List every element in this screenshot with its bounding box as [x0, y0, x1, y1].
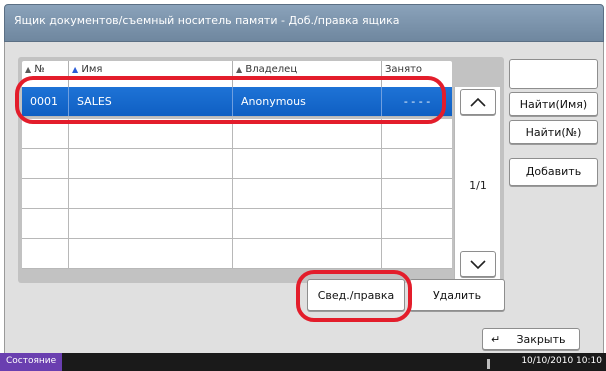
column-header-name[interactable]: ▲ Имя: [69, 61, 233, 87]
column-header-number[interactable]: ▲ №: [22, 61, 69, 87]
find-name-button[interactable]: Найти(Имя): [509, 92, 598, 116]
column-header-used[interactable]: Занято: [382, 61, 452, 87]
row-name: [69, 239, 233, 268]
indicator-icon: [487, 359, 490, 369]
scroll-column: 1/1: [454, 87, 500, 279]
row-number: [22, 119, 69, 148]
find-number-button[interactable]: Найти(№): [509, 120, 598, 144]
list-header: ▲ № ▲ Имя ▲ Владелец Занято: [22, 61, 452, 87]
delete-button[interactable]: Удалить: [409, 279, 505, 311]
chevron-down-icon: [470, 260, 486, 270]
row-number: 0001: [22, 87, 69, 116]
row-used: [382, 179, 452, 208]
main-panel: ▲ № ▲ Имя ▲ Владелец Занято 0001 SALES A…: [4, 42, 604, 354]
row-number: [22, 239, 69, 268]
add-button[interactable]: Добавить: [509, 158, 598, 186]
table-row[interactable]: [22, 179, 452, 209]
row-name: SALES: [69, 87, 233, 116]
row-number: [22, 179, 69, 208]
search-display: [509, 59, 598, 89]
window-title-bar: Ящик документов/съемный носитель памяти …: [4, 4, 604, 42]
row-used: [382, 149, 452, 178]
sort-triangle-icon: ▲: [236, 65, 243, 74]
row-used: [382, 119, 452, 148]
row-name: [69, 119, 233, 148]
row-owner: [233, 239, 382, 268]
status-button[interactable]: Состояние: [0, 353, 63, 371]
chevron-up-icon: [470, 97, 486, 107]
sort-triangle-icon: ▲: [72, 65, 79, 74]
row-owner: Anonymous: [233, 87, 382, 116]
page-indicator: 1/1: [469, 179, 487, 192]
window-title: Ящик документов/съемный носитель памяти …: [14, 14, 400, 27]
row-used: [382, 239, 452, 268]
status-bar: Состояние 10/10/2010 10:10: [0, 353, 606, 371]
table-row[interactable]: [22, 149, 452, 179]
row-name: [69, 149, 233, 178]
scroll-down-button[interactable]: [460, 251, 496, 277]
row-owner: [233, 209, 382, 238]
column-header-owner[interactable]: ▲ Владелец: [233, 61, 382, 87]
table-row[interactable]: 0001 SALES Anonymous - - - -: [22, 87, 452, 117]
row-owner: [233, 179, 382, 208]
status-datetime: 10/10/2010 10:10: [521, 356, 602, 366]
row-name: [69, 209, 233, 238]
scroll-up-button[interactable]: [460, 89, 496, 115]
row-owner: [233, 149, 382, 178]
row-owner: [233, 119, 382, 148]
row-used: - - - -: [403, 95, 431, 108]
details-edit-button[interactable]: Свед./правка: [307, 279, 405, 311]
table-row[interactable]: [22, 119, 452, 149]
return-icon: ↵: [491, 333, 501, 346]
close-button[interactable]: ↵ Закрыть: [482, 328, 580, 350]
row-used: [382, 209, 452, 238]
box-list: ▲ № ▲ Имя ▲ Владелец Занято 0001 SALES A…: [18, 57, 504, 283]
row-number: [22, 149, 69, 178]
close-label: Закрыть: [516, 333, 566, 346]
table-row[interactable]: [22, 209, 452, 239]
row-number: [22, 209, 69, 238]
sort-triangle-icon: ▲: [25, 65, 32, 74]
table-row[interactable]: [22, 239, 452, 269]
row-name: [69, 179, 233, 208]
